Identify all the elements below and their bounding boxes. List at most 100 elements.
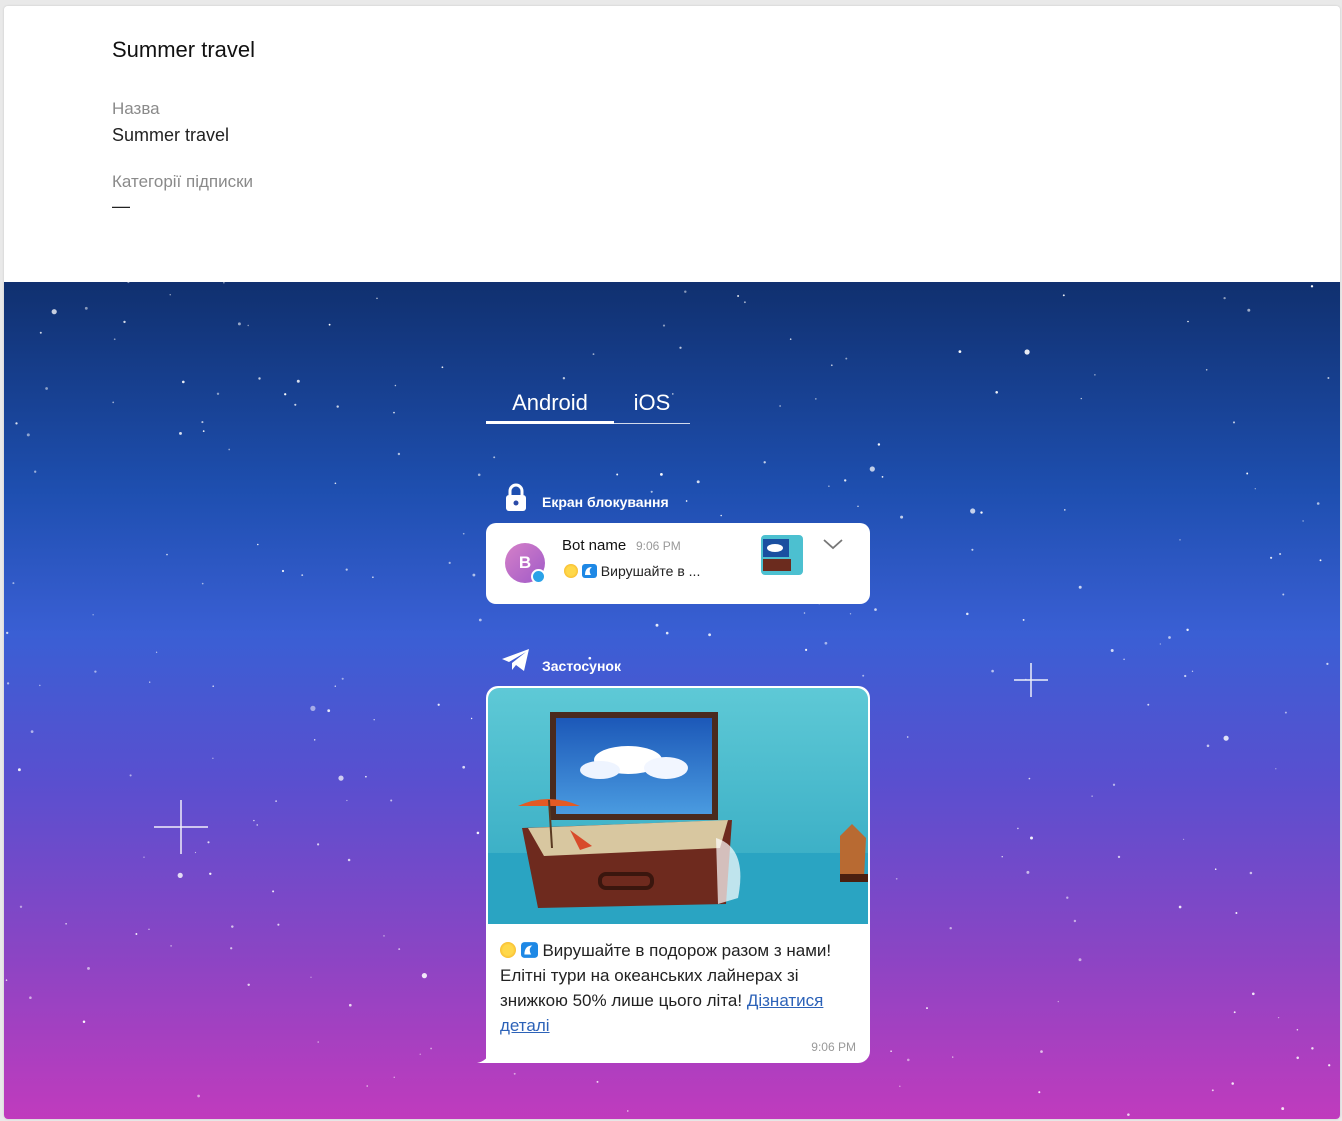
star <box>1066 896 1069 899</box>
categories-value: — <box>112 196 130 216</box>
telegram-icon <box>502 649 529 671</box>
star <box>317 843 320 846</box>
star <box>562 377 566 380</box>
star <box>123 320 126 324</box>
star <box>881 476 884 478</box>
star <box>814 397 817 400</box>
message-image <box>488 688 868 924</box>
star <box>952 1056 954 1058</box>
star <box>1110 649 1114 652</box>
star <box>223 282 225 284</box>
star <box>441 366 444 369</box>
star <box>779 405 781 407</box>
star <box>336 405 339 408</box>
star <box>373 718 375 721</box>
star <box>1211 1089 1214 1092</box>
star <box>1247 308 1251 312</box>
star <box>155 651 158 653</box>
star <box>743 301 746 304</box>
star <box>1022 618 1025 621</box>
star <box>169 294 171 296</box>
star <box>65 922 67 925</box>
star <box>1251 992 1255 996</box>
star <box>592 353 595 356</box>
star <box>6 631 9 635</box>
star <box>1123 658 1125 661</box>
star <box>1159 643 1161 645</box>
star <box>1327 377 1330 379</box>
star <box>310 705 316 711</box>
star <box>149 681 151 683</box>
notification-preview: Вирушайте в ... <box>564 563 700 579</box>
star <box>1249 871 1253 875</box>
star <box>857 505 859 507</box>
star <box>1275 768 1277 770</box>
star <box>397 452 401 456</box>
star <box>284 393 287 396</box>
star <box>256 824 258 826</box>
star <box>1178 905 1182 909</box>
star <box>1235 912 1238 914</box>
lock-screen-label: Екран блокування <box>542 494 669 510</box>
star <box>737 295 740 297</box>
star <box>313 739 316 741</box>
star <box>15 422 18 425</box>
star <box>830 364 833 367</box>
star <box>1223 735 1229 741</box>
star <box>12 582 15 585</box>
star <box>926 1007 928 1010</box>
star <box>179 431 182 435</box>
star <box>317 1041 320 1043</box>
star <box>301 574 304 576</box>
star <box>393 1076 395 1078</box>
star <box>596 1080 599 1083</box>
tab-ios[interactable]: iOS <box>614 390 690 424</box>
lock-screen-notification[interactable]: B Bot name 9:06 PM Вирушайте в ... <box>486 523 870 604</box>
star <box>394 384 397 387</box>
star <box>477 473 481 477</box>
star <box>181 380 185 384</box>
tab-android[interactable]: Android <box>486 390 614 424</box>
star <box>1057 1000 1059 1003</box>
star <box>1117 855 1121 859</box>
star <box>513 1072 516 1075</box>
star <box>237 322 241 326</box>
star <box>493 456 496 459</box>
star <box>1191 670 1194 672</box>
star <box>970 508 976 514</box>
telegram-badge-icon <box>531 569 546 584</box>
star <box>398 948 401 951</box>
star <box>327 709 331 713</box>
star <box>1328 1064 1331 1067</box>
star <box>616 473 619 476</box>
star <box>660 473 663 476</box>
star <box>437 703 440 706</box>
wave-icon <box>520 942 538 958</box>
star <box>1080 397 1083 400</box>
star <box>708 633 712 637</box>
star <box>194 851 197 854</box>
star <box>1326 662 1329 666</box>
star <box>1246 472 1249 475</box>
star <box>1078 585 1082 589</box>
star <box>1205 369 1208 371</box>
star <box>29 996 32 999</box>
star <box>365 775 367 778</box>
star <box>170 945 172 947</box>
star <box>462 532 465 535</box>
notification-thumbnail <box>761 535 803 575</box>
star <box>421 973 427 979</box>
star <box>907 1058 910 1062</box>
star <box>1024 349 1030 355</box>
bot-name: Bot name <box>562 537 627 554</box>
star <box>148 928 150 931</box>
star <box>1233 1011 1236 1014</box>
star <box>39 684 41 687</box>
star <box>230 947 233 950</box>
star <box>348 1003 352 1007</box>
star <box>1094 374 1096 376</box>
chevron-down-icon[interactable] <box>822 537 844 551</box>
star <box>127 282 130 284</box>
star <box>1168 636 1171 639</box>
star <box>390 799 393 802</box>
